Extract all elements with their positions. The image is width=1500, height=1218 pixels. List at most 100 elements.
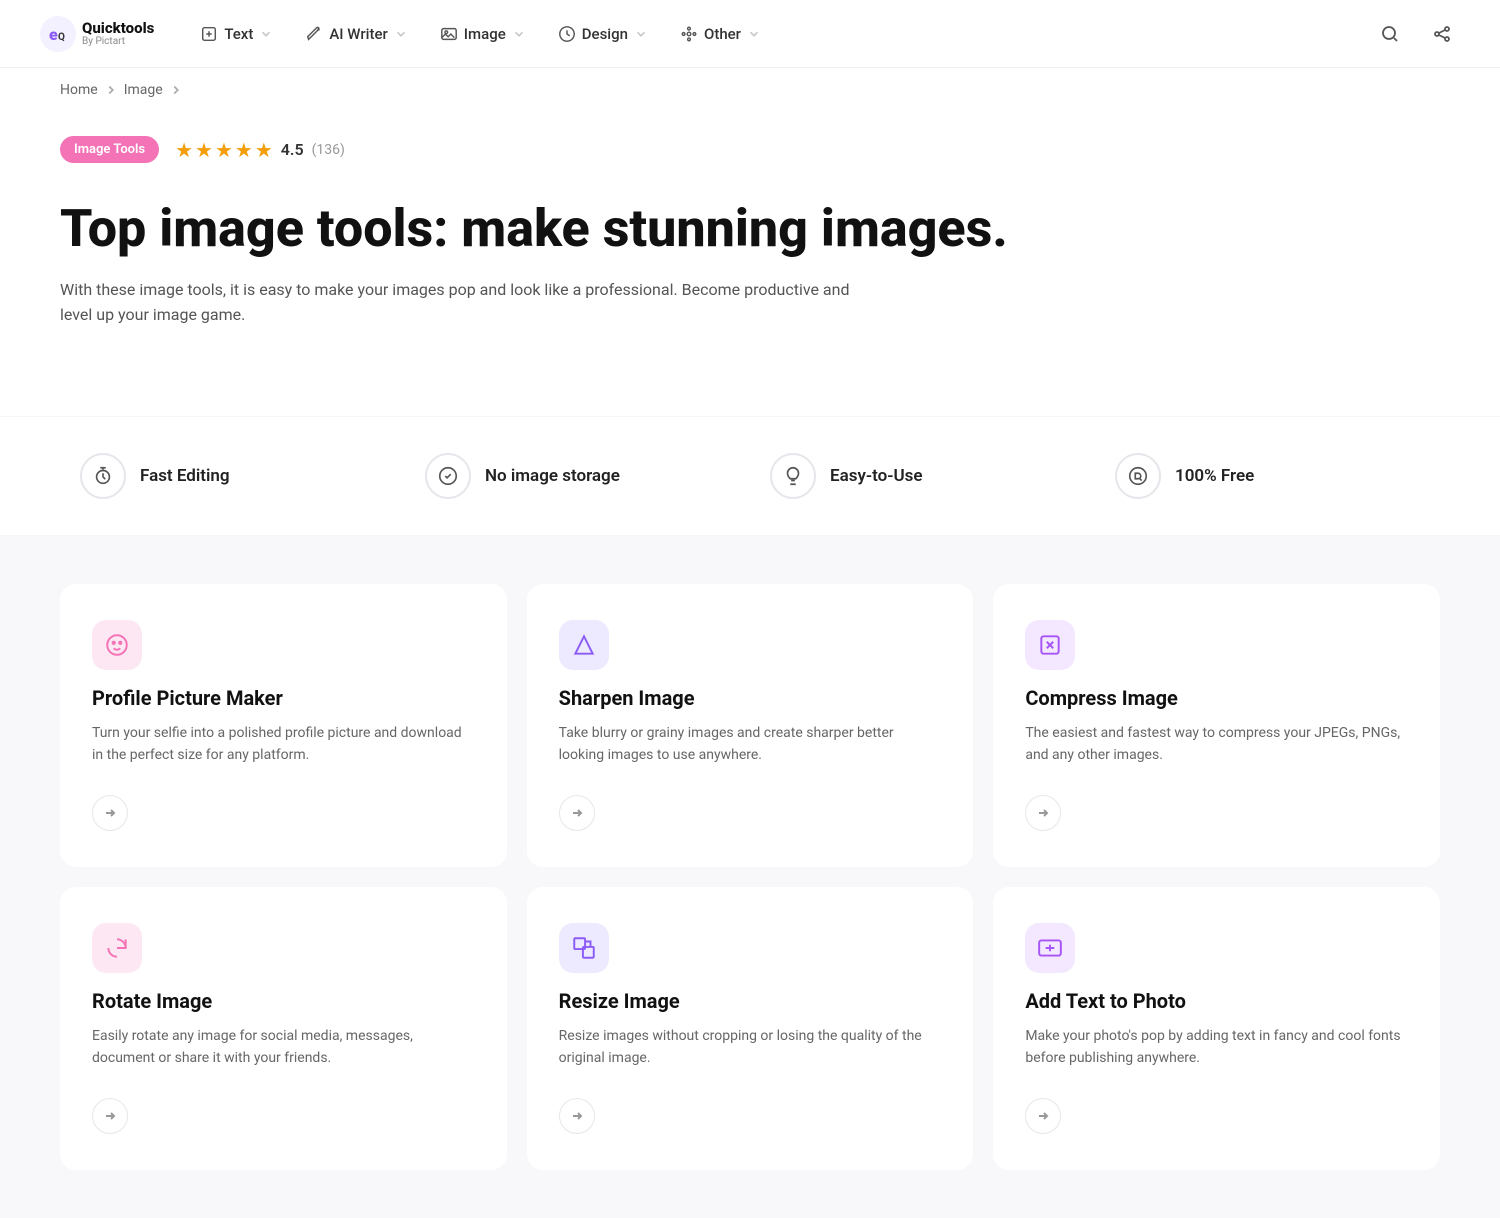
add-text-to-photo-icon-wrap [1025, 923, 1075, 973]
profile-picture-maker-icon-wrap [92, 620, 142, 670]
sharpen-image-title: Sharpen Image [559, 686, 942, 710]
star-3: ★ [215, 138, 233, 162]
text-photo-icon [1037, 935, 1063, 961]
feature-fast-editing-label: Fast Editing [140, 466, 230, 486]
rotate-image-desc: Easily rotate any image for social media… [92, 1025, 475, 1070]
chevron-right-icon [169, 83, 183, 97]
nav-item-other[interactable]: Other [666, 17, 775, 51]
nav-other-label: Other [704, 25, 741, 43]
triangle-icon [571, 632, 597, 658]
nav-item-image[interactable]: Image [426, 17, 540, 51]
nav-ai-writer-label: AI Writer [329, 25, 387, 43]
compress-image-desc: The easiest and fastest way to compress … [1025, 722, 1408, 767]
resize-icon [571, 935, 597, 961]
face-icon [104, 632, 130, 658]
resize-image-title: Resize Image [559, 989, 942, 1013]
nav-item-design[interactable]: Design [544, 17, 662, 51]
arrow-right-icon [102, 1108, 118, 1124]
card-profile-picture-maker[interactable]: Profile Picture Maker Turn your selfie i… [60, 584, 507, 867]
add-text-to-photo-title: Add Text to Photo [1025, 989, 1408, 1013]
feature-free: 100% Free [1095, 437, 1440, 515]
profile-picture-maker-desc: Turn your selfie into a polished profile… [92, 722, 475, 767]
card-compress-image[interactable]: Compress Image The easiest and fastest w… [993, 584, 1440, 867]
compress-icon [1037, 632, 1063, 658]
sharpen-image-arrow[interactable] [559, 795, 595, 831]
card-rotate-image[interactable]: Rotate Image Easily rotate any image for… [60, 887, 507, 1170]
feature-free-label: 100% Free [1175, 466, 1254, 486]
rating-value: 4.5 [281, 140, 304, 159]
sharpen-image-desc: Take blurry or grainy images and create … [559, 722, 942, 767]
star-1: ★ [175, 138, 193, 162]
feature-no-storage: No image storage [405, 437, 750, 515]
chevron-down-icon [512, 27, 526, 41]
resize-image-desc: Resize images without cropping or losing… [559, 1025, 942, 1070]
feature-easy-to-use: Easy-to-Use [750, 437, 1095, 515]
resize-image-arrow[interactable] [559, 1098, 595, 1134]
svg-text:Q: Q [58, 32, 65, 43]
sharpen-image-icon-wrap [559, 620, 609, 670]
hero-subtitle: With these image tools, it is easy to ma… [60, 277, 860, 328]
lightbulb-icon [782, 465, 804, 487]
rotate-image-title: Rotate Image [92, 989, 475, 1013]
share-button[interactable] [1424, 16, 1460, 52]
feature-easy-to-use-label: Easy-to-Use [830, 466, 923, 486]
features-row: Fast Editing No image storage Easy-to-Us… [0, 416, 1500, 536]
free-icon-wrap [1115, 453, 1161, 499]
navbar: e Q Quicktools By Pictart Text AI Wr [0, 0, 1500, 68]
add-text-to-photo-arrow[interactable] [1025, 1098, 1061, 1134]
nav-item-ai-writer[interactable]: AI Writer [291, 17, 421, 51]
arrow-right-icon [569, 805, 585, 821]
hero-badge: Image Tools [60, 136, 159, 163]
chevron-down-icon [747, 27, 761, 41]
feature-fast-editing: Fast Editing [60, 437, 405, 515]
ai-writer-icon [305, 25, 323, 43]
rotate-image-arrow[interactable] [92, 1098, 128, 1134]
nav-image-label: Image [464, 25, 506, 43]
add-text-to-photo-desc: Make your photo's pop by adding text in … [1025, 1025, 1408, 1070]
chevron-down-icon [634, 27, 648, 41]
compress-image-icon-wrap [1025, 620, 1075, 670]
rotate-image-icon-wrap [92, 923, 142, 973]
brand-name: Quicktools [82, 20, 154, 37]
image-icon [440, 25, 458, 43]
feature-no-storage-label: No image storage [485, 466, 620, 486]
hero-section: Image Tools ★ ★ ★ ★ ★ 4.5 (136) Top imag… [0, 112, 1500, 416]
nav-item-text[interactable]: Text [186, 17, 287, 51]
nav-actions [1372, 16, 1460, 52]
compress-image-arrow[interactable] [1025, 795, 1061, 831]
brand-logo[interactable]: e Q Quicktools By Pictart [40, 16, 154, 52]
easy-to-use-icon-wrap [770, 453, 816, 499]
rotate-icon [104, 935, 130, 961]
star-4: ★ [235, 138, 253, 162]
star-rating: ★ ★ ★ ★ ★ [175, 138, 273, 162]
card-sharpen-image[interactable]: Sharpen Image Take blurry or grainy imag… [527, 584, 974, 867]
no-storage-icon-wrap [425, 453, 471, 499]
breadcrumb-home[interactable]: Home [60, 82, 98, 98]
profile-picture-maker-arrow[interactable] [92, 795, 128, 831]
resize-image-icon-wrap [559, 923, 609, 973]
brand-subtitle: By Pictart [82, 36, 154, 47]
rating-count: (136) [312, 142, 345, 158]
arrow-right-icon [1035, 805, 1051, 821]
arrow-right-icon [569, 1108, 585, 1124]
design-icon [558, 25, 576, 43]
fast-editing-icon-wrap [80, 453, 126, 499]
chevron-down-icon [259, 27, 273, 41]
star-5: ★ [255, 138, 273, 162]
search-icon [1380, 24, 1400, 44]
profile-picture-maker-title: Profile Picture Maker [92, 686, 475, 710]
timer-icon [92, 465, 114, 487]
search-button[interactable] [1372, 16, 1408, 52]
cards-section: Profile Picture Maker Turn your selfie i… [0, 536, 1500, 1218]
text-icon [200, 25, 218, 43]
chevron-down-icon [394, 27, 408, 41]
breadcrumb: Home Image [0, 68, 1500, 112]
rating-row: ★ ★ ★ ★ ★ 4.5 (136) [175, 138, 345, 162]
chevron-right-icon [104, 83, 118, 97]
arrow-right-icon [102, 805, 118, 821]
card-add-text-to-photo[interactable]: Add Text to Photo Make your photo's pop … [993, 887, 1440, 1170]
free-icon [1127, 465, 1149, 487]
card-resize-image[interactable]: Resize Image Resize images without cropp… [527, 887, 974, 1170]
check-circle-icon [437, 465, 459, 487]
share-icon [1432, 24, 1452, 44]
